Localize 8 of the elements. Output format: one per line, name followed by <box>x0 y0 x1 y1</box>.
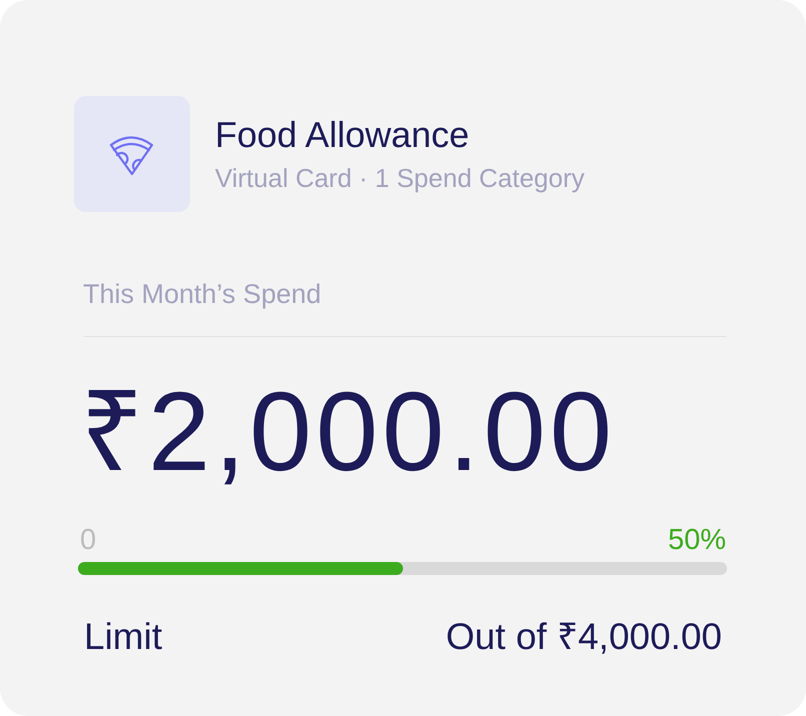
limit-value: Out of ₹4,000.00 <box>446 618 722 655</box>
spend-amount: ₹2,000.00 <box>80 376 616 488</box>
progress-percent: 50% <box>668 526 726 555</box>
card-subtitle: Virtual Card · 1 Spend Category <box>215 165 584 191</box>
limit-label: Limit <box>84 618 162 655</box>
card-title: Food Allowance <box>215 117 470 153</box>
pizza-slice-icon <box>74 96 190 212</box>
spend-label: This Month’s Spend <box>82 281 322 308</box>
